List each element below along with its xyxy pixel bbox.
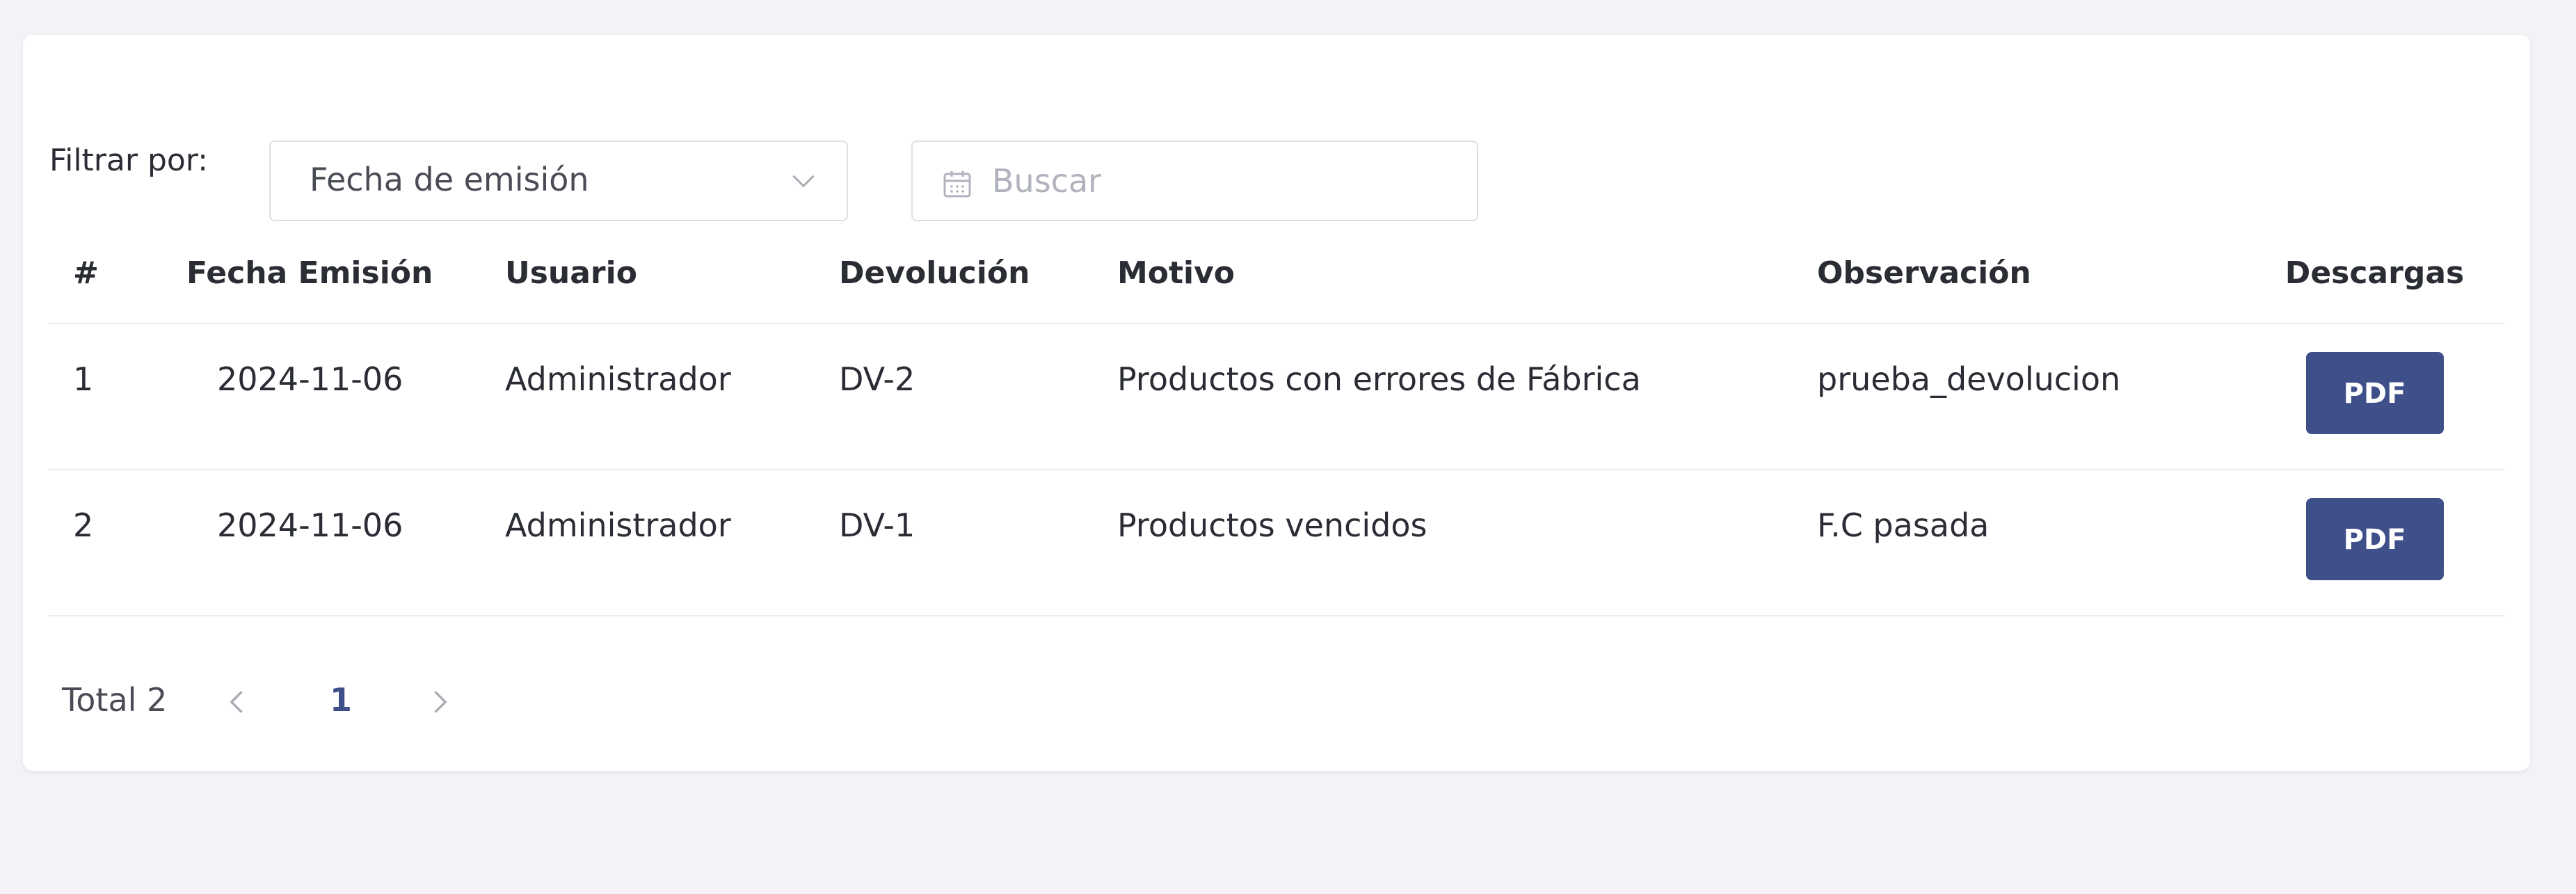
filter-select[interactable]: Fecha de emisión	[269, 141, 848, 221]
header-descargas: Descargas	[2244, 223, 2505, 324]
row-motivo: Productos con errores de Fábrica	[1117, 324, 1817, 470]
row-devolucion: DV-2	[839, 324, 1117, 470]
pagination-page-current[interactable]: 1	[330, 681, 352, 719]
table-row: 1 2024-11-06 Administrador DV-2 Producto…	[48, 324, 2505, 470]
date-search-box[interactable]	[911, 141, 1478, 221]
table-row: 2 2024-11-06 Administrador DV-1 Producto…	[48, 470, 2505, 616]
devoluciones-table: # Fecha Emisión Usuario Devolución Motiv…	[48, 223, 2505, 616]
header-num[interactable]: #	[48, 223, 186, 324]
pagination-total: Total 2	[62, 681, 168, 719]
chevron-left-icon[interactable]	[223, 687, 253, 717]
row-descargas: PDF	[2244, 324, 2505, 470]
header-motivo[interactable]: Motivo	[1117, 223, 1817, 324]
chevron-right-icon[interactable]	[424, 687, 454, 717]
search-input[interactable]	[992, 156, 1451, 206]
row-observacion: prueba_devolucion	[1817, 324, 2244, 470]
row-usuario: Administrador	[505, 324, 839, 470]
header-observacion[interactable]: Observación	[1817, 223, 2244, 324]
row-observacion: F.C pasada	[1817, 470, 2244, 616]
row-motivo: Productos vencidos	[1117, 470, 1817, 616]
filter-select-value: Fecha de emisión	[310, 161, 589, 198]
filter-bar: Filtrar por: Fecha de emisión	[48, 105, 1509, 221]
pagination: Total 2 1	[62, 678, 549, 727]
row-num: 2	[48, 470, 186, 616]
header-devolucion[interactable]: Devolución	[839, 223, 1117, 324]
row-num: 1	[48, 324, 186, 470]
pdf-download-button[interactable]: PDF	[2305, 352, 2444, 434]
calendar-icon	[943, 171, 971, 198]
row-usuario: Administrador	[505, 470, 839, 616]
row-fecha: 2024-11-06	[186, 324, 505, 470]
row-descargas: PDF	[2244, 470, 2505, 616]
filter-label: Filtrar por:	[49, 143, 208, 178]
row-fecha: 2024-11-06	[186, 470, 505, 616]
header-fecha-emision[interactable]: Fecha Emisión	[186, 223, 505, 324]
header-usuario[interactable]: Usuario	[505, 223, 839, 324]
chevron-down-icon	[792, 175, 815, 188]
pdf-download-button[interactable]: PDF	[2305, 498, 2444, 580]
table-header-row: # Fecha Emisión Usuario Devolución Motiv…	[48, 223, 2505, 324]
row-devolucion: DV-1	[839, 470, 1117, 616]
